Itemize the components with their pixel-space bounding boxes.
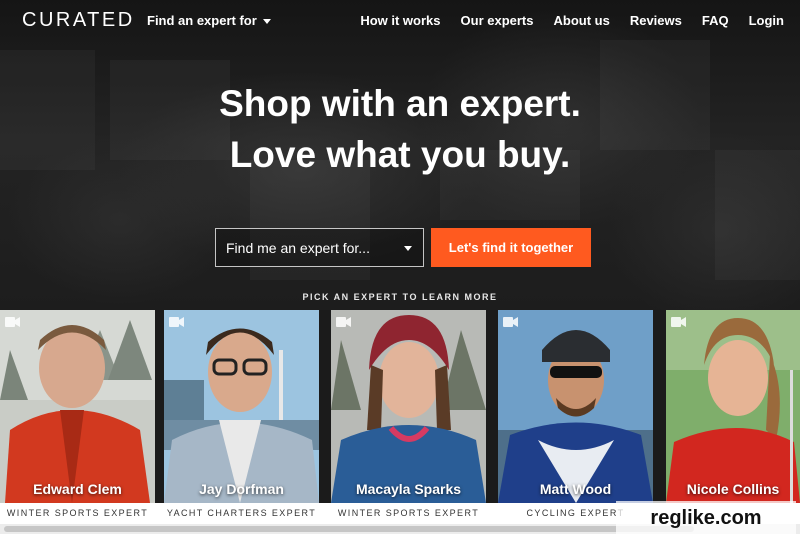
expert-photo [666,310,800,503]
video-camera-icon [671,317,686,327]
expert-card-nicole-collins[interactable]: Nicole Collins [666,310,800,503]
expert-role: YACHT CHARTERS EXPERT [166,508,317,518]
expert-category-select[interactable]: Find me an expert for... [215,228,424,267]
expert-role: WINTER SPORTS EXPERT [6,508,149,518]
expert-card-matt-wood[interactable]: Matt Wood [498,310,653,503]
expert-name: Jay Dorfman [199,481,284,497]
find-menu-label: Find an expert for [147,13,257,28]
top-navbar: CURATED Find an expert for How it works … [0,0,800,42]
pick-expert-label: PICK AN EXPERT TO LEARN MORE [302,292,498,302]
curated-logo[interactable]: CURATED [22,9,135,32]
expert-card-macayla-sparks[interactable]: Macayla Sparks [331,310,486,503]
expert-card-edward-clem[interactable]: Edward Clem [0,310,155,503]
nav-link-our-experts[interactable]: Our experts [461,13,534,28]
find-it-together-button[interactable]: Let's find it together [431,228,591,267]
video-camera-icon [336,317,351,327]
expert-photo [331,310,486,503]
expert-photo [164,310,319,503]
nav-link-login[interactable]: Login [749,13,784,28]
video-camera-icon [503,317,518,327]
headline-line-1: Shop with an expert. [219,83,581,124]
video-camera-icon [5,317,20,327]
chevron-down-icon [404,246,412,251]
expert-name: Nicole Collins [686,481,780,497]
expert-name: Macayla Sparks [355,481,462,497]
expert-role: WINTER SPORTS EXPERT [337,508,480,518]
nav-link-about-us[interactable]: About us [554,13,610,28]
nav-link-faq[interactable]: FAQ [702,13,729,28]
find-an-expert-menu[interactable]: Find an expert for [147,13,271,28]
nav-link-reviews[interactable]: Reviews [630,13,682,28]
expert-photo [498,310,653,503]
nav-link-how-it-works[interactable]: How it works [360,13,440,28]
expert-name: Matt Wood [539,481,612,497]
nav-links: How it works Our experts About us Review… [360,13,784,28]
chevron-down-icon [262,18,271,24]
scrollbar-thumb[interactable] [4,526,694,532]
select-value: Find me an expert for... [226,239,370,256]
video-camera-icon [169,317,184,327]
watermark: reglike.com [616,501,796,535]
hero-headline: Shop with an expert. Love what you buy. [0,78,800,180]
expert-photo [0,310,155,503]
expert-card-jay-dorfman[interactable]: Jay Dorfman [164,310,319,503]
headline-line-2: Love what you buy. [229,134,571,175]
expert-name: Edward Clem [33,481,122,497]
